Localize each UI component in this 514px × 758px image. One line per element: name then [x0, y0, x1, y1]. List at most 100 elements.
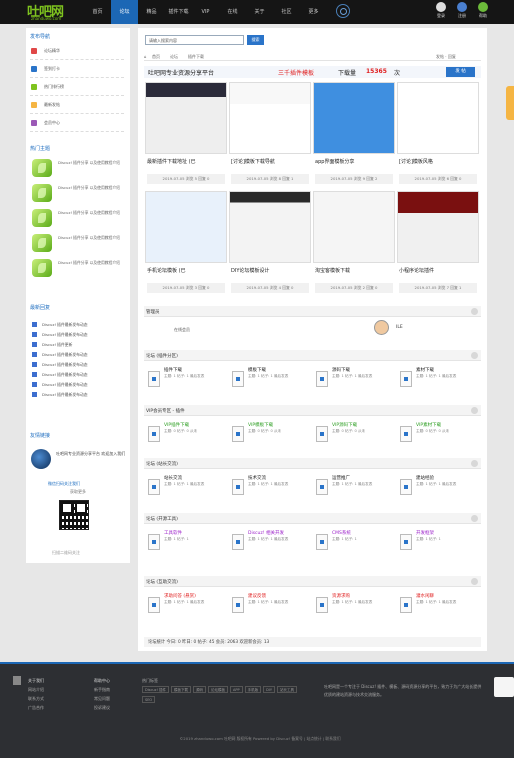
- forum-title[interactable]: 工具软件: [164, 530, 228, 536]
- forum-title[interactable]: VIP插件下载: [164, 422, 228, 428]
- forum-title[interactable]: 开发框架: [416, 530, 480, 536]
- new-thread-item[interactable]: Discuz! 插件最新发布动态: [30, 350, 126, 360]
- post-button[interactable]: 发 帖: [446, 67, 475, 77]
- search-input[interactable]: 请输入搜索内容: [145, 35, 244, 45]
- forum-title[interactable]: Discuz! 相关开发: [248, 530, 312, 536]
- breadcrumb-forum[interactable]: 论坛: [170, 54, 178, 60]
- thumbnail-image[interactable]: [145, 82, 227, 154]
- nav-item[interactable]: 首页: [84, 0, 111, 24]
- forum-title[interactable]: VIP素材下载: [416, 422, 480, 428]
- forum-item[interactable]: 工具软件 主题: 1 帖子: 1: [146, 528, 228, 554]
- forum-item[interactable]: 技术交流 主题: 1 帖子: 1 最后发表: [230, 473, 312, 499]
- nav-item[interactable]: 插件下载: [165, 0, 192, 24]
- thumbnail-card[interactable]: 最新插件下载地址 (已 2019-07-05 浏览 5 回复 0: [145, 82, 227, 186]
- forum-item[interactable]: 源码下载 主题: 1 帖子: 1 最后发表: [314, 365, 396, 391]
- search-button[interactable]: 搜索: [247, 35, 264, 45]
- footer-tag[interactable]: Discuz! 插件: [142, 686, 169, 693]
- thumbnail-card[interactable]: [讨论]模板下载导航 2019-07-05 浏览 8 回复 1: [229, 82, 311, 186]
- forum-item[interactable]: 插件下载 主题: 1 帖子: 1 最后发表: [146, 365, 228, 391]
- forum-title[interactable]: 站长交流: [164, 475, 228, 481]
- collapse-toggle[interactable]: [471, 352, 478, 359]
- thumbnail-image[interactable]: [397, 82, 479, 154]
- forum-item[interactable]: 素材下载 主题: 1 帖子: 1 最后发表: [398, 365, 480, 391]
- sidebar-menu-item[interactable]: 签到打卡: [30, 60, 124, 78]
- thumbnail-caption[interactable]: 手机论坛模板 (已: [147, 267, 225, 274]
- home-icon[interactable]: ⌂: [144, 54, 147, 59]
- forum-title[interactable]: 运营推广: [332, 475, 396, 481]
- forum-item[interactable]: 运营推广 主题: 1 帖子: 1 最后发表: [314, 473, 396, 499]
- forum-title[interactable]: 资源求购: [332, 593, 396, 599]
- forum-title[interactable]: VIP模板下载: [248, 422, 312, 428]
- footer-tag[interactable]: APP: [230, 686, 243, 693]
- forum-item[interactable]: 建议反馈 主题: 1 帖子: 1 最后发表: [230, 591, 312, 617]
- thumbnail-image[interactable]: [229, 191, 311, 263]
- collapse-toggle[interactable]: [471, 515, 478, 522]
- forum-title[interactable]: 源码下载: [332, 367, 396, 373]
- forum-item[interactable]: VIP插件下载 主题: 0 帖子: 0 从未: [146, 420, 228, 446]
- new-thread-item[interactable]: Discuz! 插件最新发布动态: [30, 370, 126, 380]
- floating-side-tab[interactable]: [506, 86, 514, 120]
- forum-title[interactable]: 模板下载: [248, 367, 312, 373]
- nav-item[interactable]: 关于: [246, 0, 273, 24]
- thumbnail-caption[interactable]: 最新插件下载地址 (已: [147, 158, 225, 165]
- thumbnail-card[interactable]: [讨论]模板风格 2019-07-05 浏览 6 回复 0: [397, 82, 479, 186]
- nav-item[interactable]: 社区: [273, 0, 300, 24]
- sidebar-menu-item[interactable]: 会员中心: [30, 114, 124, 132]
- new-thread-item[interactable]: Discuz! 插件最新发布动态: [30, 390, 126, 400]
- footer-tag[interactable]: 站长工具: [277, 686, 297, 693]
- forum-title[interactable]: 技术交流: [248, 475, 312, 481]
- sidebar-menu-item[interactable]: 热门排行榜: [30, 78, 124, 96]
- thumbnail-caption[interactable]: [讨论]模板下载导航: [231, 158, 309, 165]
- new-thread-item[interactable]: Discuz! 插件最新发布动态: [30, 320, 126, 330]
- thumbnail-caption[interactable]: DIY论坛模板设计: [231, 267, 309, 274]
- collapse-toggle[interactable]: [471, 308, 478, 315]
- friend-link[interactable]: 吐吧网专业资源分享平台 欢迎加入我们: [30, 448, 126, 472]
- forum-item[interactable]: 开发框架 主题: 1 帖子: 1: [398, 528, 480, 554]
- thumbnail-card[interactable]: 小程序论坛插件 2019-07-05 浏览 7 回复 1: [397, 191, 479, 295]
- footer-tag[interactable]: SEO: [142, 696, 156, 703]
- forum-item[interactable]: VIP模板下载 主题: 0 帖子: 0 从未: [230, 420, 312, 446]
- thumbnail-card[interactable]: 淘宝客模板下载 2019-07-05 浏览 2 回复 0: [313, 191, 395, 295]
- thumbnail-card[interactable]: app界面模板分享 2019-07-05 浏览 9 回复 2: [313, 82, 395, 186]
- hot-thread-item[interactable]: Discuz! 插件分享 以及使用教程介绍: [30, 156, 126, 181]
- nav-item[interactable]: 在线: [219, 0, 246, 24]
- forum-item[interactable]: 模板下载 主题: 1 帖子: 1 最后发表: [230, 365, 312, 391]
- forum-item[interactable]: 灌水闲聊 主题: 1 帖子: 1 最后发表: [398, 591, 480, 617]
- hot-thread-item[interactable]: Discuz! 插件分享 以及使用教程介绍: [30, 206, 126, 231]
- footer-tag[interactable]: DIY: [263, 686, 275, 693]
- thumbnail-image[interactable]: [397, 191, 479, 263]
- thumbnail-caption[interactable]: 淘宝客模板下载: [315, 267, 393, 274]
- thumbnail-image[interactable]: [313, 82, 395, 154]
- new-thread-item[interactable]: Discuz! 插件最新发布动态: [30, 330, 126, 340]
- thumbnail-caption[interactable]: 小程序论坛插件: [399, 267, 477, 274]
- breadcrumb-current[interactable]: 插件下载: [188, 54, 204, 60]
- forum-item[interactable]: 求助问答 (悬赏) 主题: 1 帖子: 1 最后发表: [146, 591, 228, 617]
- forum-item[interactable]: Discuz! 相关开发 主题: 1 帖子: 1 最后发表: [230, 528, 312, 554]
- footer-tag[interactable]: 模板下载: [171, 686, 191, 693]
- admin-avatar[interactable]: [374, 320, 389, 335]
- forum-item[interactable]: 资源求购 主题: 1 帖子: 1 最后发表: [314, 591, 396, 617]
- back-to-top-button[interactable]: [494, 677, 514, 697]
- hot-thread-item[interactable]: Discuz! 插件分享 以及使用教程介绍: [30, 231, 126, 256]
- forum-item[interactable]: VIP源码下载 主题: 0 帖子: 0 从未: [314, 420, 396, 446]
- footer-tag[interactable]: 源码: [193, 686, 206, 693]
- forum-title[interactable]: 插件下载: [164, 367, 228, 373]
- forum-item[interactable]: 建站经验 主题: 1 帖子: 1 最后发表: [398, 473, 480, 499]
- thumbnail-caption[interactable]: [讨论]模板风格: [399, 158, 477, 165]
- forum-item[interactable]: 站长交流 主题: 1 帖子: 1 最后发表: [146, 473, 228, 499]
- sidebar-menu-item[interactable]: 最新发帖: [30, 96, 124, 114]
- hot-thread-item[interactable]: Discuz! 插件分享 以及使用教程介绍: [30, 181, 126, 206]
- thumbnail-card[interactable]: 手机论坛模板 (已 2019-07-05 浏览 3 回复 0: [145, 191, 227, 295]
- hot-thread-item[interactable]: Discuz! 插件分享 以及使用教程介绍: [30, 256, 126, 281]
- forum-title[interactable]: VIP源码下载: [332, 422, 396, 428]
- thumbnail-image[interactable]: [229, 82, 311, 154]
- thumbnail-caption[interactable]: app界面模板分享: [315, 158, 393, 165]
- collapse-toggle[interactable]: [471, 407, 478, 414]
- thumbnail-image[interactable]: [313, 191, 395, 263]
- collapse-toggle[interactable]: [471, 578, 478, 585]
- footer-tag[interactable]: 论坛模板: [208, 686, 228, 693]
- forum-title[interactable]: 求助问答 (悬赏): [164, 593, 228, 599]
- forum-title[interactable]: 灌水闲聊: [416, 593, 480, 599]
- collapse-toggle[interactable]: [471, 460, 478, 467]
- forum-title[interactable]: 素材下载: [416, 367, 480, 373]
